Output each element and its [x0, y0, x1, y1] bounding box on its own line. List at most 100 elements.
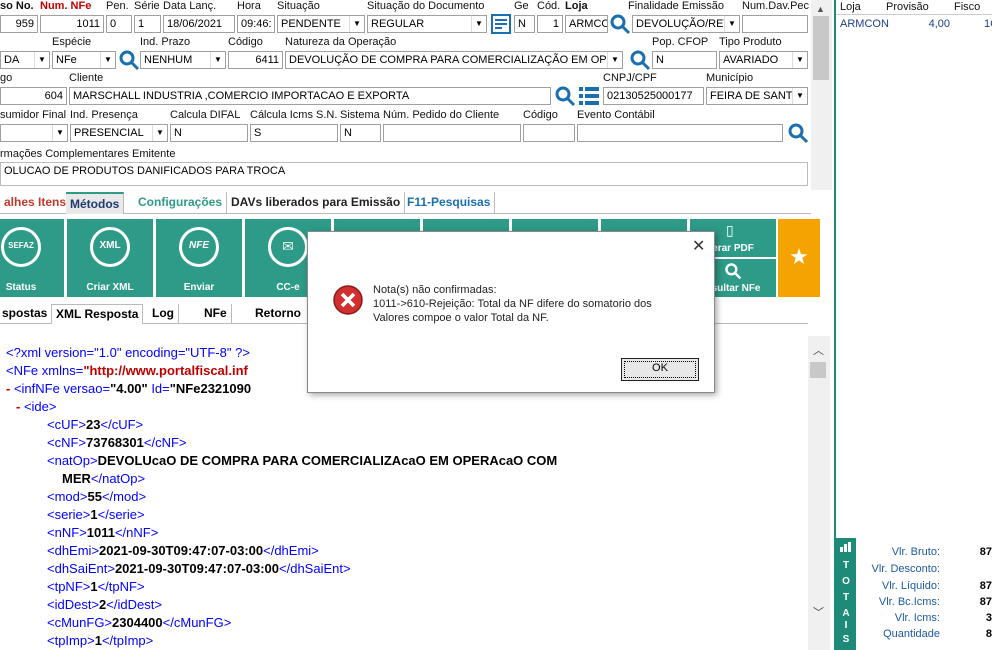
scroll-up-icon[interactable]: ▲ [816, 4, 825, 14]
tab-configuracoes[interactable]: Configurações [134, 192, 228, 214]
form-scrollbar[interactable]: ▲ [811, 0, 832, 190]
search-icon [725, 263, 742, 280]
subtab-log[interactable]: Log [148, 304, 179, 324]
quantidade-value: 8 [985, 628, 992, 640]
subtab-retorno[interactable]: Retorno [251, 304, 305, 324]
search-icon[interactable] [629, 49, 651, 71]
situacao-select[interactable]: PENDENTE ▼ [277, 15, 365, 33]
scroll-down-icon[interactable]: ﹀ [813, 604, 824, 620]
list-icon[interactable] [578, 85, 600, 107]
codigo-label: Código [228, 36, 263, 48]
tipo-produto-value: AVARIADO [723, 54, 779, 66]
quantidade-label: Quantidade [883, 628, 940, 640]
situacao-doc-value: REGULAR [371, 18, 425, 30]
cnpj-label: CNPJ/CPF [603, 72, 657, 84]
num-nfe-label: Num. NFe [40, 0, 92, 12]
tab-metodos[interactable]: Métodos [66, 192, 125, 214]
chevron-down-icon: ▼ [471, 16, 486, 32]
ind-presenca-select[interactable]: PRESENCIAL ▼ [70, 124, 168, 142]
tab-f11-pesquisas[interactable]: F11-Pesquisas [403, 192, 496, 214]
xml-cnf-line: <cNF>73768301</cNF> [47, 435, 187, 450]
provisao-cell[interactable]: 4,00 [898, 18, 950, 30]
search-icon[interactable] [554, 85, 576, 107]
subtab-xml-resposta[interactable]: XML Resposta [51, 304, 144, 324]
scroll-up-icon[interactable]: ︿ [813, 342, 824, 358]
pen-field[interactable]: 0 [106, 15, 132, 33]
ind-prazo-select[interactable]: NENHUM ▼ [140, 51, 226, 69]
chevron-down-icon: ▼ [100, 52, 115, 68]
situacao-doc-select[interactable]: REGULAR ▼ [367, 15, 487, 33]
codigo-field[interactable]: 6411 [228, 51, 283, 69]
num-dav-field[interactable] [742, 15, 808, 33]
list-search-icon[interactable] [490, 13, 512, 35]
pedido-no-field[interactable]: 959 [0, 15, 38, 33]
status-label: Status [5, 282, 37, 293]
scroll-thumb[interactable] [810, 362, 826, 378]
cod-field[interactable]: 1 [537, 15, 563, 33]
municipio-select[interactable]: FEIRA DE SANT ▼ [706, 87, 808, 105]
num-pedido-field[interactable] [383, 124, 521, 142]
loja-field[interactable]: ARMCO [565, 15, 608, 33]
num-pedido-label: Núm. Pedido do Cliente [383, 109, 500, 121]
enviar-button[interactable]: NFE Enviar [156, 219, 242, 297]
subtab-respostas[interactable]: spostas [0, 304, 51, 324]
chevron-down-icon: ▼ [52, 125, 67, 141]
data-lanc-label: Data Lanç. [163, 0, 217, 12]
criar-xml-button[interactable]: XML Criar XML [67, 219, 153, 297]
data-lanc-field[interactable]: 18/06/2021 [163, 15, 235, 33]
consumidor-final-select[interactable]: ▼ [0, 124, 68, 142]
tipo-produto-select[interactable]: AVARIADO ▼ [719, 51, 808, 69]
loja-cell[interactable]: ARMCON [840, 18, 889, 30]
enviar-label: Enviar [183, 282, 215, 293]
evento-contabil-field[interactable] [577, 124, 783, 142]
totais-letter: S [842, 634, 850, 645]
hora-field[interactable]: 09:46: [237, 15, 275, 33]
search-icon[interactable] [787, 122, 809, 144]
serie-field[interactable]: 1 [134, 15, 161, 33]
favorite-star-button[interactable]: ★ [778, 219, 820, 297]
nfe-icon: NFE [179, 227, 219, 267]
finalidade-select[interactable]: DEVOLUÇÃO/RET ▼ [632, 15, 740, 33]
totais-sidebar: T O T A I S [836, 538, 856, 650]
municipio-value: FEIRA DE SANT [710, 90, 793, 102]
subtab-nfe[interactable]: NFe [200, 304, 232, 324]
num-nfe-field[interactable]: 1011 [40, 15, 104, 33]
especie-label: Espécie [52, 36, 92, 48]
header-divider [836, 14, 992, 15]
ge-field[interactable]: N [514, 15, 535, 33]
status-button[interactable]: SEFAZ Status [0, 219, 64, 297]
calc-difal-field[interactable]: N [170, 124, 248, 142]
ge-label: Ge [514, 0, 529, 12]
cli-codigo-field[interactable]: 604 [0, 87, 67, 105]
pen-label: Pen. [106, 0, 129, 12]
tipo-select[interactable]: DA ▼ [0, 51, 50, 69]
calc-difal-label: Calcula DIFAL [170, 109, 241, 121]
search-icon[interactable] [609, 13, 631, 35]
serie-label: Série [134, 0, 160, 12]
error-icon [333, 285, 363, 315]
especie-select[interactable]: NFe ▼ [52, 51, 116, 69]
xml-scrollbar[interactable]: ︿ ﹀ [808, 336, 830, 650]
info-comp-field[interactable]: OLUCAO DE PRODUTOS DANIFICADOS PARA TROC… [0, 162, 808, 186]
tab-detalhes-itens[interactable]: alhes Itens [0, 192, 72, 214]
dialog-message-line3: Valores compoe o valor Total da NF. [373, 312, 549, 324]
totais-letter: O [842, 576, 850, 587]
search-icon[interactable] [118, 49, 140, 71]
codigo-evento-field[interactable] [523, 124, 575, 142]
calc-icms-field[interactable]: S [250, 124, 338, 142]
cnpj-field[interactable]: 02130525000177 [603, 87, 704, 105]
hora-label: Hora [237, 0, 261, 12]
close-icon[interactable]: ✕ [692, 236, 705, 256]
scroll-thumb[interactable] [813, 16, 829, 80]
ind-presenca-label: Ind. Presença [70, 109, 138, 121]
cliente-field[interactable]: MARSCHALL INDUSTRIA ,COMERCIO IMPORTACAO… [69, 87, 551, 105]
finalidade-label: Finalidade Emissão [628, 0, 724, 12]
xml-cmunfg-line: <cMunFG>2304400</cMunFG> [47, 615, 232, 630]
sistema-field[interactable]: N [340, 124, 381, 142]
tab-davs-liberados[interactable]: DAVs liberados para Emissão [227, 192, 406, 214]
ok-button[interactable]: OK [621, 358, 699, 381]
fisco-cell[interactable]: 1C [984, 18, 992, 30]
especie-value: NFe [56, 54, 77, 66]
pop-cfop-field[interactable]: N [652, 51, 717, 69]
natureza-select[interactable]: DEVOLUÇÃO DE COMPRA PARA COMERCIALIZAÇÃO… [285, 51, 623, 69]
